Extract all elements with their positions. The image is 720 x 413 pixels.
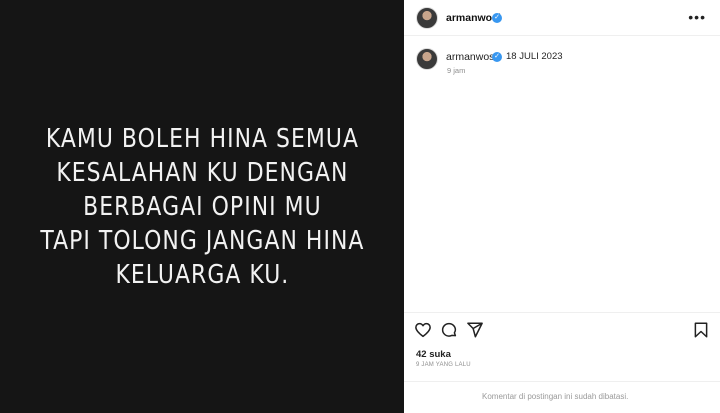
post-image: KAMU BOLEH HINA SEMUA KESALAHAN KU DENGA… [0,0,404,413]
post-sidebar: armanwosi ✓ ••• armanwosi ✓ 18 JULI 2023… [404,0,720,413]
comments-restricted-notice: Komentar di postingan ini sudah dibatasi… [482,392,629,401]
caption-username[interactable]: armanwosi [446,51,497,63]
post-header: armanwosi ✓ ••• [404,0,720,36]
caption-avatar[interactable] [416,48,438,70]
action-bar [404,312,720,342]
likes-count[interactable]: 42 suka [416,349,451,360]
comments-footer: Komentar di postingan ini sudah dibatasi… [404,381,720,413]
caption-verified-icon: ✓ [492,51,502,62]
heart-icon[interactable] [414,321,432,339]
comment-icon[interactable] [440,321,458,339]
post-image-text: KAMU BOLEH HINA SEMUA KESALAHAN KU DENGA… [39,123,365,290]
share-icon[interactable] [466,321,484,339]
verified-icon: ✓ [492,12,502,23]
more-options-icon[interactable]: ••• [688,9,706,25]
posted-time: 9 JAM YANG LALU [416,362,471,368]
caption-date: 18 JULI 2023 [506,51,563,62]
caption-time-ago: 9 jam [447,66,466,75]
bookmark-icon[interactable] [692,321,710,339]
avatar[interactable] [416,7,438,29]
